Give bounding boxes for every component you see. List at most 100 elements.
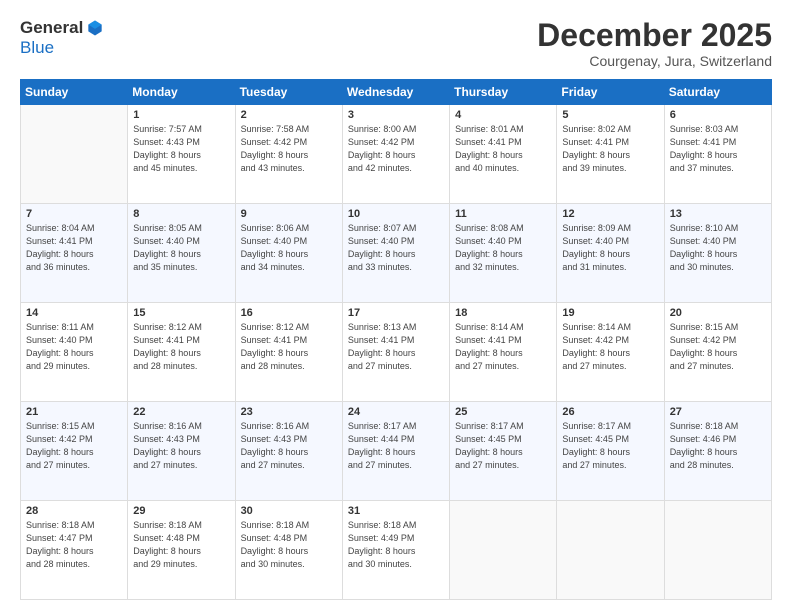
- calendar-header-friday: Friday: [557, 80, 664, 105]
- day-info: Sunrise: 8:00 AM Sunset: 4:42 PM Dayligh…: [348, 123, 444, 175]
- calendar-header-monday: Monday: [128, 80, 235, 105]
- day-number: 15: [133, 307, 229, 319]
- calendar-cell: 10 Sunrise: 8:07 AM Sunset: 4:40 PM Dayli…: [342, 204, 449, 303]
- day-info: Sunrise: 8:18 AM Sunset: 4:47 PM Dayligh…: [26, 519, 122, 571]
- calendar-cell: [557, 501, 664, 600]
- day-info: Sunrise: 8:16 AM Sunset: 4:43 PM Dayligh…: [133, 420, 229, 472]
- day-info: Sunrise: 7:57 AM Sunset: 4:43 PM Dayligh…: [133, 123, 229, 175]
- day-number: 6: [670, 109, 766, 121]
- day-info: Sunrise: 8:13 AM Sunset: 4:41 PM Dayligh…: [348, 321, 444, 373]
- day-info: Sunrise: 8:18 AM Sunset: 4:46 PM Dayligh…: [670, 420, 766, 472]
- day-number: 21: [26, 406, 122, 418]
- day-info: Sunrise: 8:06 AM Sunset: 4:40 PM Dayligh…: [241, 222, 337, 274]
- day-number: 14: [26, 307, 122, 319]
- day-number: 10: [348, 208, 444, 220]
- calendar-header-tuesday: Tuesday: [235, 80, 342, 105]
- calendar-cell: 5 Sunrise: 8:02 AM Sunset: 4:41 PM Daylig…: [557, 105, 664, 204]
- calendar-cell: 23Sunrise: 8:16 AM Sunset: 4:43 PM Dayli…: [235, 402, 342, 501]
- day-info: Sunrise: 8:02 AM Sunset: 4:41 PM Dayligh…: [562, 123, 658, 175]
- page: General Blue December 2025 Courgenay, Ju…: [0, 0, 792, 612]
- day-info: Sunrise: 8:14 AM Sunset: 4:41 PM Dayligh…: [455, 321, 551, 373]
- logo-icon: [85, 18, 105, 38]
- location: Courgenay, Jura, Switzerland: [537, 53, 772, 69]
- day-info: Sunrise: 8:18 AM Sunset: 4:49 PM Dayligh…: [348, 519, 444, 571]
- day-info: Sunrise: 7:58 AM Sunset: 4:42 PM Dayligh…: [241, 123, 337, 175]
- day-number: 3: [348, 109, 444, 121]
- day-info: Sunrise: 8:11 AM Sunset: 4:40 PM Dayligh…: [26, 321, 122, 373]
- day-info: Sunrise: 8:09 AM Sunset: 4:40 PM Dayligh…: [562, 222, 658, 274]
- calendar-cell: 4Sunrise: 8:01 AM Sunset: 4:41 PM Daylig…: [450, 105, 557, 204]
- calendar-cell: [664, 501, 771, 600]
- calendar-week-row: 1 Sunrise: 7:57 AM Sunset: 4:43 PM Daylig…: [21, 105, 772, 204]
- calendar-cell: 27 Sunrise: 8:18 AM Sunset: 4:46 PM Dayli…: [664, 402, 771, 501]
- calendar-cell: 28Sunrise: 8:18 AM Sunset: 4:47 PM Dayli…: [21, 501, 128, 600]
- day-info: Sunrise: 8:17 AM Sunset: 4:45 PM Dayligh…: [562, 420, 658, 472]
- day-number: 26: [562, 406, 658, 418]
- day-number: 2: [241, 109, 337, 121]
- day-number: 8: [133, 208, 229, 220]
- calendar-cell: 9 Sunrise: 8:06 AM Sunset: 4:40 PM Daylig…: [235, 204, 342, 303]
- day-info: Sunrise: 8:07 AM Sunset: 4:40 PM Dayligh…: [348, 222, 444, 274]
- calendar-cell: 2 Sunrise: 7:58 AM Sunset: 4:42 PM Daylig…: [235, 105, 342, 204]
- day-number: 12: [562, 208, 658, 220]
- calendar-cell: 31 Sunrise: 8:18 AM Sunset: 4:49 PM Dayli…: [342, 501, 449, 600]
- day-number: 1: [133, 109, 229, 121]
- day-info: Sunrise: 8:05 AM Sunset: 4:40 PM Dayligh…: [133, 222, 229, 274]
- header-right: December 2025 Courgenay, Jura, Switzerla…: [537, 18, 772, 69]
- calendar-header-saturday: Saturday: [664, 80, 771, 105]
- logo: General Blue: [20, 18, 105, 58]
- calendar-cell: 16Sunrise: 8:12 AM Sunset: 4:41 PM Dayli…: [235, 303, 342, 402]
- day-number: 22: [133, 406, 229, 418]
- day-number: 31: [348, 505, 444, 517]
- day-number: 27: [670, 406, 766, 418]
- day-info: Sunrise: 8:17 AM Sunset: 4:45 PM Dayligh…: [455, 420, 551, 472]
- day-number: 29: [133, 505, 229, 517]
- calendar-cell: 6Sunrise: 8:03 AM Sunset: 4:41 PM Daylig…: [664, 105, 771, 204]
- calendar-cell: 7Sunrise: 8:04 AM Sunset: 4:41 PM Daylig…: [21, 204, 128, 303]
- day-info: Sunrise: 8:10 AM Sunset: 4:40 PM Dayligh…: [670, 222, 766, 274]
- day-number: 24: [348, 406, 444, 418]
- calendar-header-row: SundayMondayTuesdayWednesdayThursdayFrid…: [21, 80, 772, 105]
- calendar-cell: 24 Sunrise: 8:17 AM Sunset: 4:44 PM Dayli…: [342, 402, 449, 501]
- day-number: 16: [241, 307, 337, 319]
- calendar-cell: 15Sunrise: 8:12 AM Sunset: 4:41 PM Dayli…: [128, 303, 235, 402]
- calendar-header-sunday: Sunday: [21, 80, 128, 105]
- calendar-cell: 12 Sunrise: 8:09 AM Sunset: 4:40 PM Dayli…: [557, 204, 664, 303]
- calendar-cell: 30 Sunrise: 8:18 AM Sunset: 4:48 PM Dayli…: [235, 501, 342, 600]
- day-number: 19: [562, 307, 658, 319]
- day-number: 30: [241, 505, 337, 517]
- logo-general: General: [20, 18, 83, 38]
- day-info: Sunrise: 8:14 AM Sunset: 4:42 PM Dayligh…: [562, 321, 658, 373]
- day-info: Sunrise: 8:08 AM Sunset: 4:40 PM Dayligh…: [455, 222, 551, 274]
- calendar-cell: 14 Sunrise: 8:11 AM Sunset: 4:40 PM Dayli…: [21, 303, 128, 402]
- day-number: 9: [241, 208, 337, 220]
- calendar-cell: [450, 501, 557, 600]
- calendar-cell: 3 Sunrise: 8:00 AM Sunset: 4:42 PM Daylig…: [342, 105, 449, 204]
- day-info: Sunrise: 8:15 AM Sunset: 4:42 PM Dayligh…: [26, 420, 122, 472]
- calendar-week-row: 7Sunrise: 8:04 AM Sunset: 4:41 PM Daylig…: [21, 204, 772, 303]
- day-number: 5: [562, 109, 658, 121]
- calendar-week-row: 14 Sunrise: 8:11 AM Sunset: 4:40 PM Dayli…: [21, 303, 772, 402]
- day-number: 20: [670, 307, 766, 319]
- day-number: 23: [241, 406, 337, 418]
- day-info: Sunrise: 8:18 AM Sunset: 4:48 PM Dayligh…: [241, 519, 337, 571]
- header: General Blue December 2025 Courgenay, Ju…: [20, 18, 772, 69]
- calendar-cell: 18Sunrise: 8:14 AM Sunset: 4:41 PM Dayli…: [450, 303, 557, 402]
- day-number: 25: [455, 406, 551, 418]
- calendar-cell: 11Sunrise: 8:08 AM Sunset: 4:40 PM Dayli…: [450, 204, 557, 303]
- calendar-cell: 20 Sunrise: 8:15 AM Sunset: 4:42 PM Dayli…: [664, 303, 771, 402]
- calendar-cell: 19 Sunrise: 8:14 AM Sunset: 4:42 PM Dayli…: [557, 303, 664, 402]
- day-info: Sunrise: 8:17 AM Sunset: 4:44 PM Dayligh…: [348, 420, 444, 472]
- logo-blue: Blue: [20, 38, 54, 58]
- calendar-cell: [21, 105, 128, 204]
- day-number: 17: [348, 307, 444, 319]
- calendar-cell: 21 Sunrise: 8:15 AM Sunset: 4:42 PM Dayli…: [21, 402, 128, 501]
- calendar: SundayMondayTuesdayWednesdayThursdayFrid…: [20, 79, 772, 600]
- calendar-cell: 1 Sunrise: 7:57 AM Sunset: 4:43 PM Daylig…: [128, 105, 235, 204]
- day-info: Sunrise: 8:18 AM Sunset: 4:48 PM Dayligh…: [133, 519, 229, 571]
- day-info: Sunrise: 8:04 AM Sunset: 4:41 PM Dayligh…: [26, 222, 122, 274]
- day-info: Sunrise: 8:15 AM Sunset: 4:42 PM Dayligh…: [670, 321, 766, 373]
- calendar-week-row: 21 Sunrise: 8:15 AM Sunset: 4:42 PM Dayli…: [21, 402, 772, 501]
- day-info: Sunrise: 8:01 AM Sunset: 4:41 PM Dayligh…: [455, 123, 551, 175]
- calendar-cell: 13Sunrise: 8:10 AM Sunset: 4:40 PM Dayli…: [664, 204, 771, 303]
